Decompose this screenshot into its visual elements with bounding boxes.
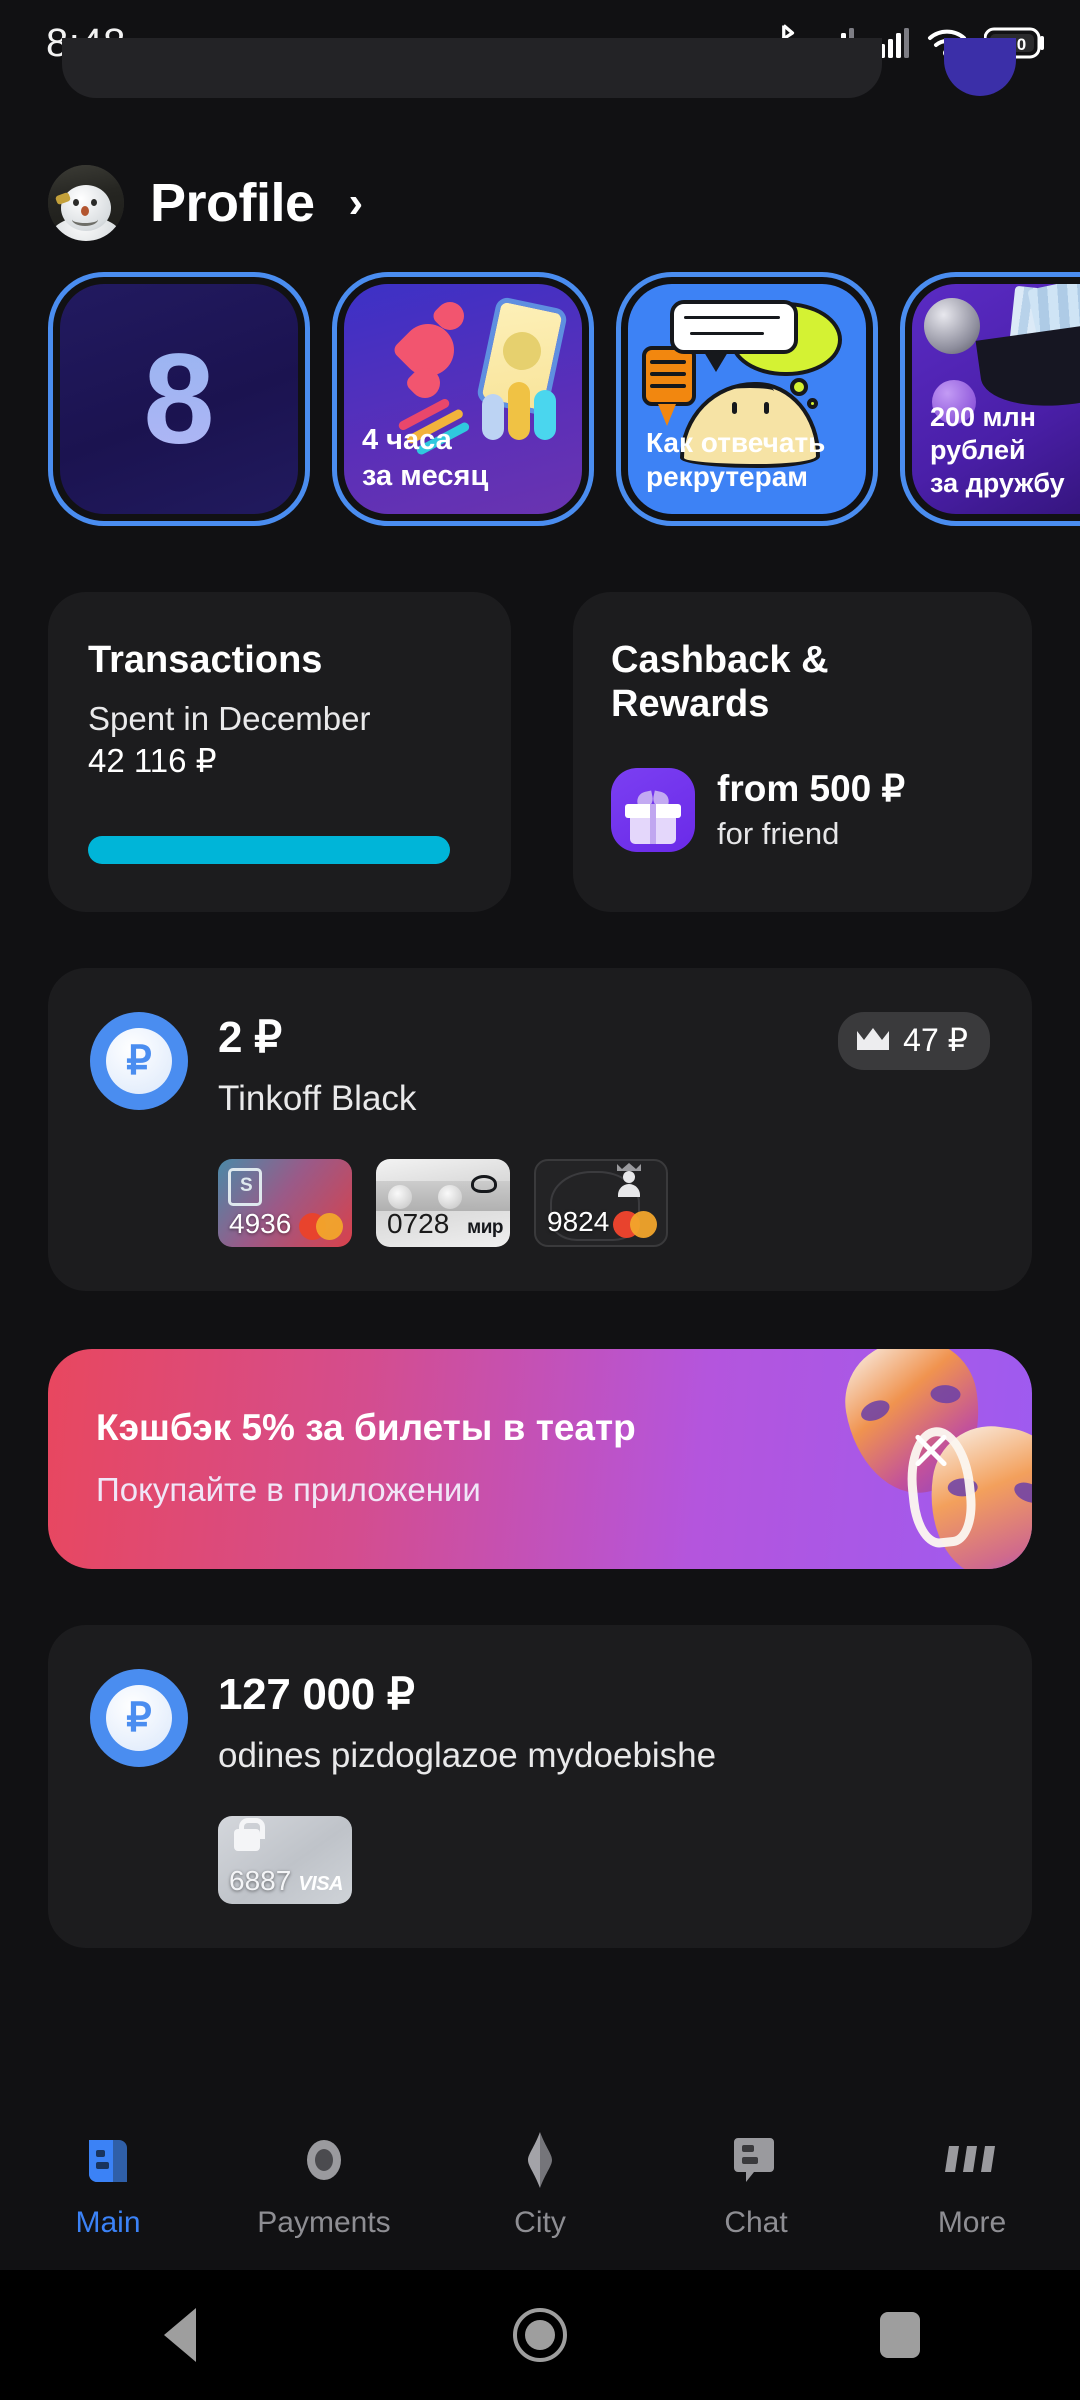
close-icon[interactable] — [908, 1427, 954, 1473]
lock-icon — [234, 1818, 265, 1851]
nav-label-chat: Chat — [724, 2206, 788, 2239]
card-thumbnail[interactable]: 9824 — [534, 1159, 668, 1247]
chat-icon — [732, 2132, 780, 2188]
sticker-icon — [228, 1168, 262, 1206]
chevron-right-icon[interactable]: › — [349, 181, 364, 225]
account-balance: 127 000 ₽ — [218, 1670, 415, 1719]
story-card[interactable]: 200 млн рублей за дружбу — [900, 272, 1080, 526]
gift-icon — [611, 768, 695, 853]
story-card[interactable]: 4 часа за месяц — [332, 272, 594, 526]
card-last4: 9824 — [547, 1206, 610, 1237]
back-button[interactable] — [0, 2308, 360, 2362]
mastercard-icon — [613, 1211, 657, 1238]
person-icon — [616, 1171, 642, 1197]
ruble-account-icon: ₽ — [90, 1669, 188, 1767]
account-name: odines pizdoglazoe mydoebishe — [218, 1736, 717, 1775]
card-last4: 0728 — [387, 1208, 450, 1239]
promo-banner[interactable]: Кэшбэк 5% за билеты в театр Покупайте в … — [48, 1349, 1032, 1569]
referral-amount: from 500 ₽ — [717, 767, 906, 809]
city-icon — [516, 2132, 564, 2188]
spending-progress-fill — [88, 836, 450, 864]
transactions-amount: 42 116 ₽ — [88, 741, 217, 779]
transactions-title: Transactions — [88, 639, 323, 681]
story-label: Как отвечать рекрутерам — [646, 426, 826, 492]
bottom-navigation[interactable]: Main Payments City Chat More — [0, 2102, 1080, 2270]
nav-label-city: City — [514, 2206, 566, 2239]
recents-button[interactable] — [720, 2312, 1080, 2358]
avatar-eye-left — [73, 199, 79, 206]
nav-item-city[interactable]: City — [432, 2132, 648, 2240]
card-thumbnails[interactable]: 4936 0728 мир 9824 — [218, 1159, 990, 1247]
account-card[interactable]: ₽ 2 ₽ Tinkoff Black 47 ₽ 4936 0728 мир — [48, 968, 1032, 1291]
account-balance: 2 ₽ — [218, 1013, 282, 1062]
card-last4: 4936 — [229, 1208, 292, 1239]
scrolled-content-peek — [0, 38, 1080, 120]
phone-hearts-art — [386, 292, 576, 457]
cloud-icon — [471, 1175, 497, 1193]
account-card[interactable]: ₽ 127 000 ₽ odines pizdoglazoe mydoebish… — [48, 1625, 1032, 1948]
visa-icon: VISA — [298, 1873, 343, 1895]
bonus-amount: 47 ₽ — [903, 1022, 968, 1058]
avatar-eye-right — [91, 199, 97, 206]
nav-label-payments: Payments — [257, 2206, 391, 2239]
nav-item-main[interactable]: Main — [0, 2132, 216, 2240]
referral-offer[interactable]: from 500 ₽ for friend — [611, 767, 994, 853]
cashback-title: Cashback & Rewards — [611, 639, 829, 726]
stories-carousel[interactable]: 8 4 часа за месяц Как отвечать рекрутера… — [0, 250, 1080, 530]
nav-item-more[interactable]: More — [864, 2132, 1080, 2240]
account-name: Tinkoff Black — [218, 1079, 417, 1118]
home-button[interactable] — [360, 2308, 720, 2362]
peek-card-edge — [62, 38, 882, 98]
summary-panels: Transactions Spent in December 42 116 ₽ … — [0, 530, 1080, 912]
story-label: 200 млн рублей за дружбу — [930, 402, 1065, 499]
page-title: Profile — [150, 173, 315, 233]
card-last4: 6887 — [229, 1865, 292, 1896]
nav-label-main: Main — [75, 2206, 141, 2239]
crown-small-icon — [616, 1161, 642, 1171]
card-thumbnail[interactable]: 4936 — [218, 1159, 352, 1247]
story-label: 4 часа за месяц — [362, 424, 489, 492]
payments-icon — [299, 2132, 349, 2188]
status-badge[interactable]: 47 ₽ — [838, 1012, 990, 1070]
crown-icon — [856, 1027, 890, 1053]
story-card[interactable]: Как отвечать рекрутерам — [616, 272, 878, 526]
card-thumbnails[interactable]: 6887 VISA — [218, 1816, 990, 1904]
nav-item-payments[interactable]: Payments — [216, 2132, 432, 2240]
spending-progress-bar — [88, 836, 450, 864]
transactions-card[interactable]: Transactions Spent in December 42 116 ₽ — [48, 592, 511, 912]
ruble-account-icon: ₽ — [90, 1012, 188, 1110]
cashback-rewards-card[interactable]: Cashback & Rewards from 500 ₽ for friend — [573, 592, 1032, 912]
card-thumbnail[interactable]: 0728 мир — [376, 1159, 510, 1247]
peek-purple-edge — [944, 38, 1016, 96]
avatar-mouth — [72, 213, 98, 226]
referral-sub: for friend — [717, 815, 840, 851]
story-card[interactable]: 8 — [48, 272, 310, 526]
mir-icon: мир — [467, 1217, 503, 1238]
nav-label-more: More — [937, 2206, 1007, 2239]
avatar[interactable] — [48, 165, 124, 241]
card-thumbnail[interactable]: 6887 VISA — [218, 1816, 352, 1904]
transactions-subtitle: Spent in December — [88, 700, 371, 738]
more-icon — [943, 2132, 1001, 2188]
nav-item-chat[interactable]: Chat — [648, 2132, 864, 2240]
android-navigation-bar[interactable] — [0, 2270, 1080, 2400]
mastercard-icon — [299, 1213, 343, 1240]
main-icon — [85, 2132, 131, 2188]
story-number: 8 — [60, 284, 298, 514]
profile-header[interactable]: Profile › — [0, 120, 1080, 250]
